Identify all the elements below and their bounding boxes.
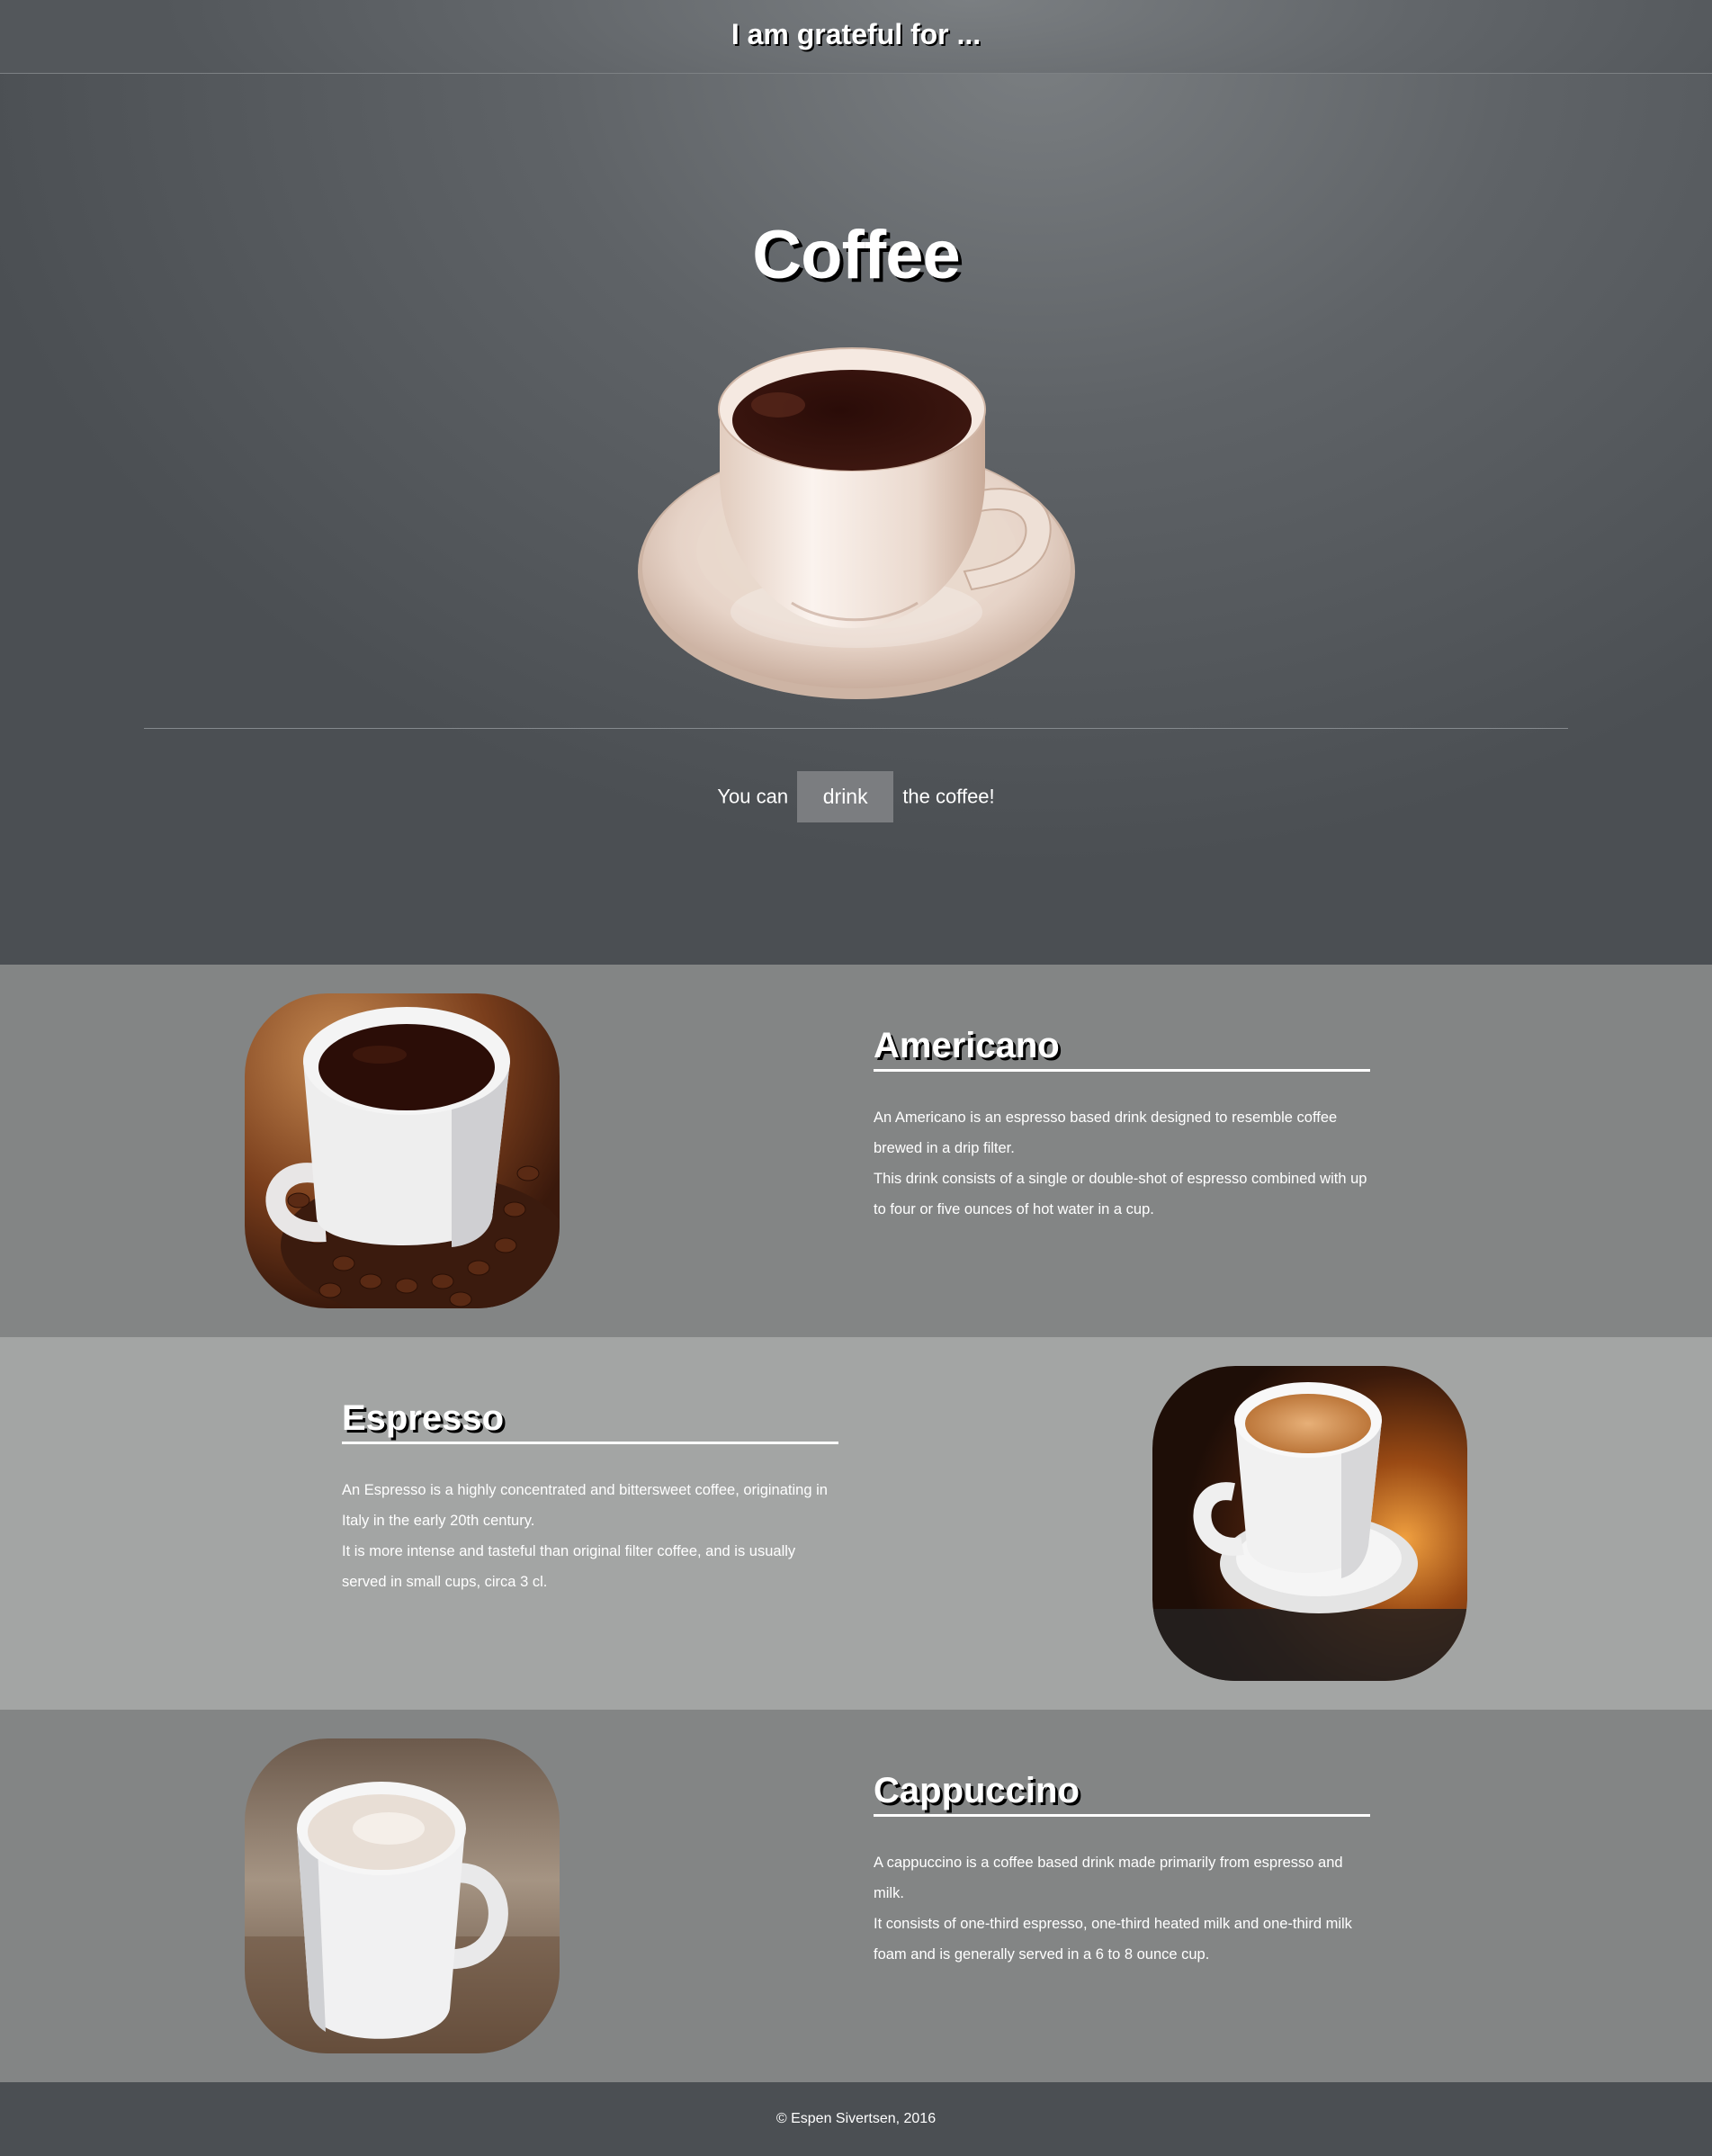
- tagline-before: You can: [717, 785, 789, 808]
- americano-section: Americano An Americano is an espresso ba…: [0, 965, 1712, 1337]
- espresso-photo: [1152, 1366, 1467, 1681]
- espresso-line-2: It is more intense and tasteful than ori…: [342, 1543, 796, 1590]
- espresso-description: An Espresso is a highly concentrated and…: [342, 1475, 838, 1597]
- americano-line-2: This drink consists of a single or doubl…: [874, 1171, 1367, 1217]
- cappuccino-text: Cappuccino A cappuccino is a coffee base…: [874, 1769, 1370, 1970]
- cappuccino-line-1: A cappuccino is a coffee based drink mad…: [874, 1855, 1343, 1901]
- americano-photo: [245, 993, 560, 1308]
- hero-divider: [144, 728, 1568, 729]
- americano-description: An Americano is an espresso based drink …: [874, 1102, 1370, 1225]
- tagline: You can drink the coffee!: [0, 769, 1712, 822]
- cappuccino-photo: [245, 1738, 560, 2053]
- espresso-section: Espresso An Espresso is a highly concent…: [0, 1337, 1712, 1710]
- coffee-cup-image: [630, 342, 1080, 720]
- drink-button[interactable]: drink: [797, 770, 894, 822]
- cappuccino-section: Cappuccino A cappuccino is a coffee base…: [0, 1710, 1712, 2082]
- espresso-text: Espresso An Espresso is a highly concent…: [342, 1397, 838, 1597]
- americano-title: Americano: [874, 1024, 1370, 1072]
- site-title: I am grateful for ...: [731, 18, 981, 50]
- cappuccino-title: Cappuccino: [874, 1769, 1370, 1817]
- footer-copyright: © Espen Sivertsen, 2016: [775, 2111, 937, 2126]
- americano-line-1: An Americano is an espresso based drink …: [874, 1109, 1338, 1156]
- americano-text: Americano An Americano is an espresso ba…: [874, 1024, 1370, 1225]
- espresso-line-1: An Espresso is a highly concentrated and…: [342, 1482, 828, 1529]
- cappuccino-description: A cappuccino is a coffee based drink mad…: [874, 1847, 1370, 1970]
- cappuccino-line-2: It consists of one-third espresso, one-t…: [874, 1916, 1352, 1963]
- footer: © Espen Sivertsen, 2016: [0, 2082, 1712, 2156]
- tagline-after: the coffee!: [902, 785, 995, 808]
- hero-title: Coffee: [752, 217, 960, 293]
- top-bar: I am grateful for ...: [0, 0, 1712, 74]
- hero-section: Coffee You can drink the coffee!: [0, 0, 1712, 965]
- espresso-title: Espresso: [342, 1397, 838, 1444]
